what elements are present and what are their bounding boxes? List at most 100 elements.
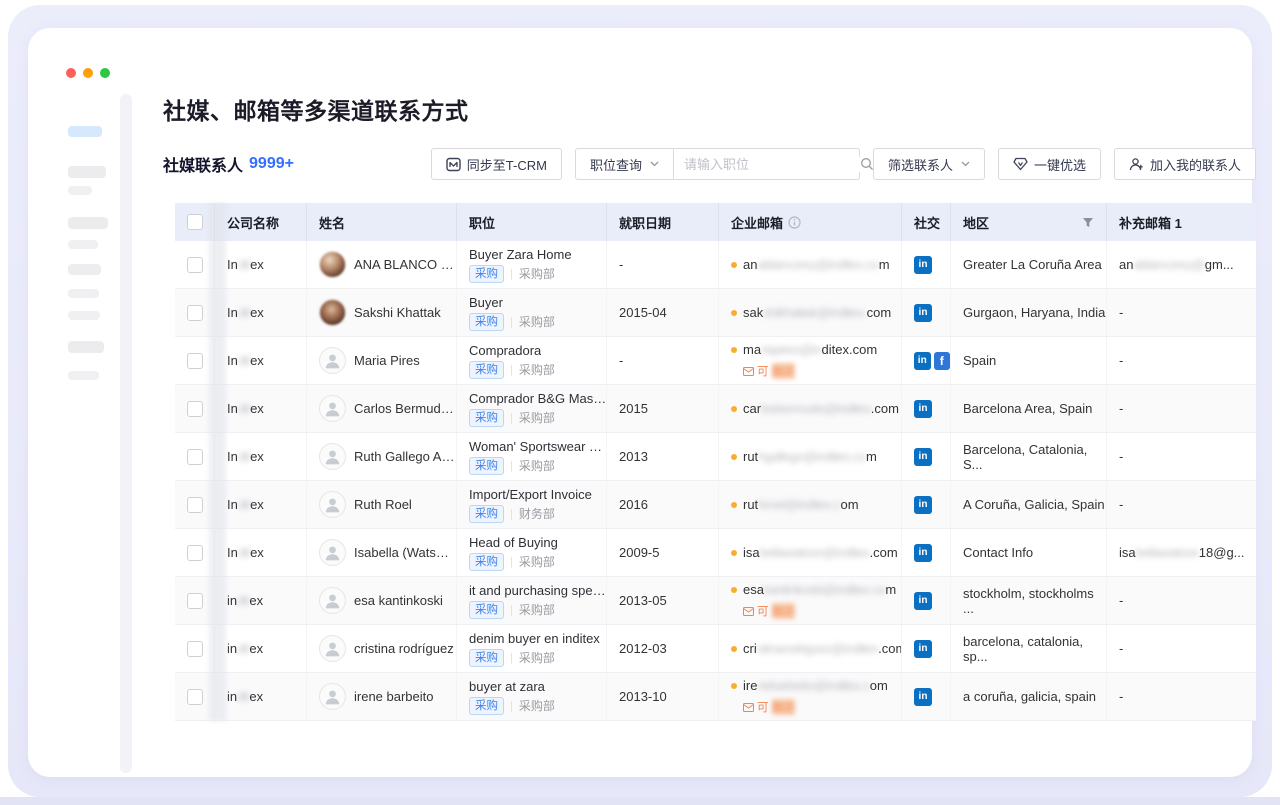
position-select[interactable]: 职位查询 (575, 148, 674, 180)
linkedin-icon[interactable]: in (914, 400, 932, 418)
row-checkbox[interactable] (187, 305, 203, 321)
region-cell: stockholm, stockholms ... (950, 577, 1106, 624)
add-to-my-contacts-button[interactable]: 加入我的联系人 (1114, 148, 1256, 180)
table-row[interactable]: inditex esa kantinkoski it and purchasin… (175, 577, 1256, 625)
company-cell: inditex (214, 673, 306, 720)
email-status-dot (731, 646, 737, 652)
table-row[interactable]: Inditex Carlos Bermudo Cr... Comprador B… (175, 385, 1256, 433)
filter-contacts-button[interactable]: 筛选联系人 (873, 148, 985, 180)
envelope-icon (743, 367, 754, 376)
date-cell: 2016 (606, 481, 718, 528)
page-title: 社媒、邮箱等多渠道联系方式 (163, 92, 469, 126)
reachable-badge: 可触达 (743, 603, 795, 619)
page-bottom-edge (0, 797, 1280, 805)
row-checkbox[interactable] (187, 689, 203, 705)
tag-badge: 采购 (469, 649, 504, 667)
toolbar: 社媒联系人 9999+ 同步至T-CRM 职位查询 筛选联系人 (163, 148, 1256, 180)
linkedin-icon[interactable]: in (914, 448, 932, 466)
contacts-table: 公司名称 姓名 职位 就职日期 企业邮箱 社交 地区 补充邮箱 1 Indite… (175, 203, 1256, 721)
row-checkbox[interactable] (187, 353, 203, 369)
name-cell: Ruth Roel (306, 481, 456, 528)
name-cell: irene barbeito (306, 673, 456, 720)
row-checkbox[interactable] (187, 497, 203, 513)
avatar-placeholder-icon (319, 539, 346, 566)
facebook-icon[interactable]: f (934, 352, 951, 370)
table-row[interactable]: Inditex Sakshi Khattak Buyer采购|采购部 2015-… (175, 289, 1256, 337)
linkedin-icon[interactable]: in (914, 592, 932, 610)
table-row[interactable]: inditex irene barbeito buyer at zara采购|采… (175, 673, 1256, 721)
app-window: 社媒、邮箱等多渠道联系方式 社媒联系人 9999+ 同步至T-CRM 职位查询 … (28, 28, 1252, 777)
company-cell: inditex (214, 625, 306, 672)
extra-email-cell: - (1106, 385, 1256, 432)
region-cell: Gurgaon, Haryana, India (950, 289, 1106, 336)
region-cell: a coruña, galicia, spain (950, 673, 1106, 720)
social-cell: in (901, 673, 950, 720)
header-email: 企业邮箱 (718, 203, 901, 241)
sidebar-skeleton (56, 56, 120, 776)
social-cell: in (901, 241, 950, 288)
position-cell: it and purchasing speci...采购|采购部 (456, 577, 606, 624)
row-checkbox[interactable] (187, 593, 203, 609)
name-cell: ANA BLANCO REY (306, 241, 456, 288)
tag-badge: 采购 (469, 409, 504, 427)
linkedin-icon[interactable]: in (914, 256, 932, 274)
linkedin-icon[interactable]: in (914, 304, 932, 322)
email-status-dot (731, 347, 737, 353)
email-status-dot (731, 587, 737, 593)
filter-funnel-icon[interactable] (1082, 217, 1094, 228)
social-cell: in (901, 289, 950, 336)
region-cell: Greater La Coruña Area (950, 241, 1106, 288)
table-row[interactable]: Inditex Maria Pires Compradora采购|采购部 - m… (175, 337, 1256, 385)
position-search-input[interactable] (684, 157, 860, 172)
position-cell: Comprador B&G Massi...采购|采购部 (456, 385, 606, 432)
info-icon[interactable] (788, 216, 801, 229)
position-cell: Compradora采购|采购部 (456, 337, 606, 384)
avatar-placeholder-icon (319, 443, 346, 470)
linkedin-icon[interactable]: in (914, 688, 932, 706)
sidebar-skeleton-item (68, 186, 92, 195)
sidebar-item-active[interactable] (68, 126, 102, 137)
position-cell: Buyer Zara Home采购|采购部 (456, 241, 606, 288)
row-checkbox[interactable] (187, 449, 203, 465)
chevron-down-icon (650, 161, 659, 167)
contacts-count: 9999+ (249, 155, 294, 173)
select-all-checkbox[interactable] (187, 214, 203, 230)
chevron-down-icon (961, 161, 970, 167)
extra-email-cell: - (1106, 289, 1256, 336)
extra-email-cell: anablancorey@gm... (1106, 241, 1256, 288)
avatar-placeholder-icon (319, 587, 346, 614)
table-row[interactable]: Inditex ANA BLANCO REY Buyer Zara Home采购… (175, 241, 1256, 289)
row-checkbox[interactable] (187, 545, 203, 561)
extra-email-cell: - (1106, 673, 1256, 720)
date-cell: 2013 (606, 433, 718, 480)
company-cell: Inditex (214, 289, 306, 336)
name-cell: cristina rodríguez (306, 625, 456, 672)
table-row[interactable]: inditex cristina rodríguez denim buyer e… (175, 625, 1256, 673)
one-click-optimize-button[interactable]: 一键优选 (998, 148, 1101, 180)
search-icon[interactable] (860, 157, 874, 171)
sync-tcrm-button[interactable]: 同步至T-CRM (431, 148, 562, 180)
extra-email-cell: isabellawatson18@g... (1106, 529, 1256, 576)
header-extra-email: 补充邮箱 1 (1106, 203, 1256, 241)
social-cell: in (901, 481, 950, 528)
linkedin-icon[interactable]: in (914, 352, 931, 370)
email-cell: irenebarbeito@inditex.com可触达 (718, 673, 901, 720)
table-row[interactable]: Inditex Ruth Roel Import/Export Invoice采… (175, 481, 1256, 529)
linkedin-icon[interactable]: in (914, 496, 932, 514)
social-cell: in (901, 433, 950, 480)
envelope-icon (743, 703, 754, 712)
sidebar-skeleton-item (68, 311, 100, 320)
company-cell: Inditex (214, 337, 306, 384)
row-checkbox[interactable] (187, 257, 203, 273)
table-row[interactable]: Inditex Isabella (Watson) L... Head of B… (175, 529, 1256, 577)
sidebar-skeleton-item (68, 217, 108, 229)
table-row[interactable]: Inditex Ruth Gallego Agulló Woman' Sport… (175, 433, 1256, 481)
linkedin-icon[interactable]: in (914, 640, 932, 658)
linkedin-icon[interactable]: in (914, 544, 932, 562)
reachable-badge: 可触达 (743, 699, 795, 715)
row-checkbox[interactable] (187, 641, 203, 657)
row-checkbox[interactable] (187, 401, 203, 417)
region-cell: Barcelona, Catalonia, S... (950, 433, 1106, 480)
name-cell: Maria Pires (306, 337, 456, 384)
sidebar-skeleton-item (68, 289, 99, 298)
